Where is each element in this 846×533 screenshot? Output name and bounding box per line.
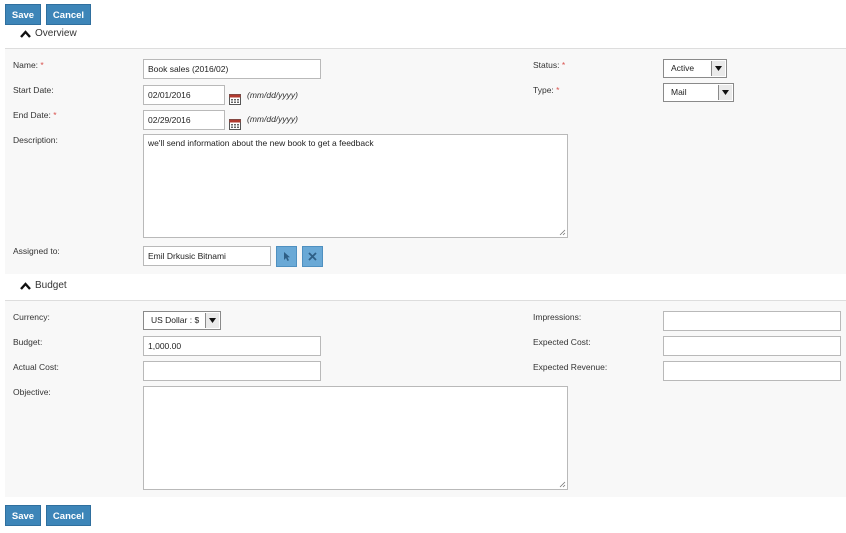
budget-field[interactable]: 1,000.00: [143, 336, 321, 356]
start-date-format-hint: (mm/dd/yyyy): [247, 90, 298, 100]
save-button-bottom[interactable]: Save: [5, 505, 41, 526]
name-field[interactable]: Book sales (2016/02): [143, 59, 321, 79]
description-text: we'll send information about the new boo…: [148, 138, 374, 148]
end-date-format-hint: (mm/dd/yyyy): [247, 114, 298, 124]
overview-title: Overview: [35, 28, 77, 39]
dropdown-arrow-icon: [718, 85, 732, 100]
calendar-icon[interactable]: [229, 93, 241, 105]
dropdown-arrow-icon: [205, 313, 219, 328]
expected-cost-field[interactable]: [663, 336, 841, 356]
clear-icon: [308, 252, 317, 261]
expected-cost-label: Expected Cost:: [533, 337, 591, 347]
budget-title: Budget: [35, 280, 67, 291]
budget-label: Budget:: [13, 337, 43, 347]
end-date-label: End Date: *: [13, 110, 57, 120]
assigned-to-label: Assigned to:: [13, 246, 60, 256]
caret-up-icon: [20, 29, 31, 38]
dropdown-arrow-icon: [711, 61, 725, 76]
currency-value: US Dollar : $: [151, 315, 200, 325]
objective-label: Objective:: [13, 387, 51, 397]
type-select[interactable]: Mail: [663, 83, 734, 102]
objective-field[interactable]: [143, 386, 568, 490]
actual-cost-field[interactable]: [143, 361, 321, 381]
save-button-top[interactable]: Save: [5, 4, 41, 25]
impressions-field[interactable]: [663, 311, 841, 331]
currency-label: Currency:: [13, 312, 50, 322]
type-value: Mail: [671, 87, 687, 97]
status-select[interactable]: Active: [663, 59, 727, 78]
select-user-button[interactable]: [276, 246, 297, 267]
type-label: Type: *: [533, 85, 560, 95]
overview-section-toggle[interactable]: Overview: [20, 28, 77, 39]
expected-revenue-label: Expected Revenue:: [533, 362, 608, 372]
description-label: Description:: [13, 135, 58, 145]
actual-cost-label: Actual Cost:: [13, 362, 59, 372]
start-date-label: Start Date:: [13, 85, 54, 95]
name-label: Name: *: [13, 60, 44, 70]
impressions-label: Impressions:: [533, 312, 582, 322]
end-date-field[interactable]: 02/29/2016: [143, 110, 225, 130]
resize-grip-icon[interactable]: [559, 229, 566, 236]
budget-section-toggle[interactable]: Budget: [20, 280, 67, 291]
status-label: Status: *: [533, 60, 566, 70]
caret-up-icon: [20, 281, 31, 290]
cancel-button-bottom[interactable]: Cancel: [46, 505, 91, 526]
cancel-button-top[interactable]: Cancel: [46, 4, 91, 25]
start-date-field[interactable]: 02/01/2016: [143, 85, 225, 105]
expected-revenue-field[interactable]: [663, 361, 841, 381]
status-value: Active: [671, 63, 695, 73]
assigned-to-field[interactable]: Emil Drkusic Bitnami: [143, 246, 271, 266]
select-user-icon: [284, 252, 290, 261]
clear-user-button[interactable]: [302, 246, 323, 267]
currency-select[interactable]: US Dollar : $: [143, 311, 221, 330]
calendar-icon[interactable]: [229, 118, 241, 130]
resize-grip-icon[interactable]: [559, 481, 566, 488]
description-field[interactable]: we'll send information about the new boo…: [143, 134, 568, 238]
